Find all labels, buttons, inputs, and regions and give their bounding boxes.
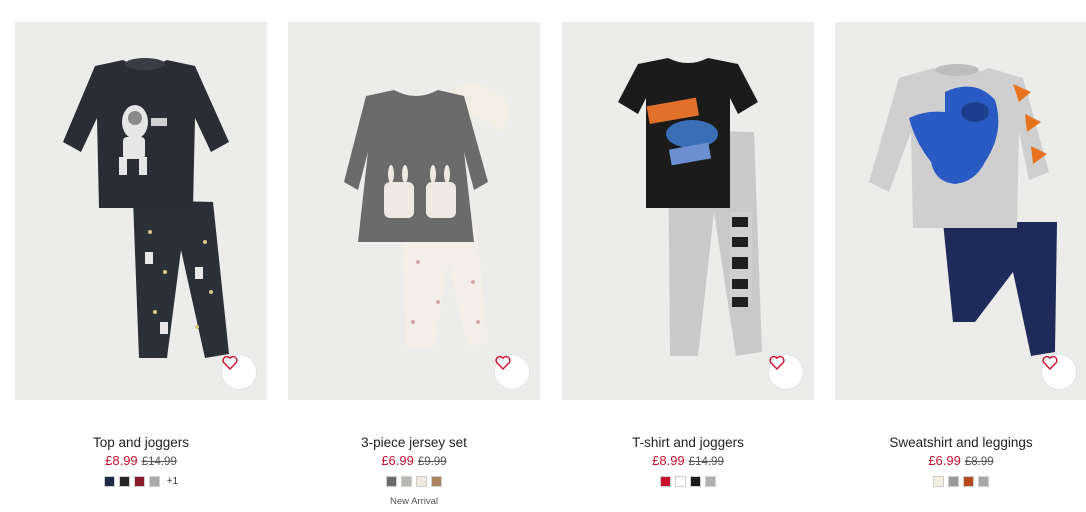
heart-icon bbox=[769, 355, 785, 370]
color-swatch[interactable] bbox=[660, 476, 671, 487]
more-colors[interactable]: +1 bbox=[167, 476, 178, 487]
favorite-button[interactable] bbox=[768, 354, 804, 390]
color-swatch[interactable] bbox=[416, 476, 427, 487]
color-swatch[interactable] bbox=[948, 476, 959, 487]
product-card[interactable]: 3-piece jersey set £6.99 £9.99 New Arriva… bbox=[288, 22, 540, 507]
original-price: £9.99 bbox=[417, 456, 447, 468]
product-card[interactable]: Sweatshirt and leggings £6.99 £8.99 bbox=[835, 22, 1086, 487]
color-swatch[interactable] bbox=[933, 476, 944, 487]
heart-icon bbox=[222, 355, 238, 370]
favorite-button[interactable] bbox=[494, 354, 530, 390]
product-image[interactable] bbox=[562, 22, 814, 400]
color-swatch[interactable] bbox=[690, 476, 701, 487]
product-name[interactable]: Top and joggers bbox=[15, 434, 267, 451]
product-image[interactable] bbox=[835, 22, 1086, 400]
original-price: £14.99 bbox=[141, 456, 177, 468]
sale-price: £8.99 bbox=[652, 453, 685, 468]
new-arrival-badge: New Arrival bbox=[389, 496, 439, 507]
color-swatch[interactable] bbox=[963, 476, 974, 487]
color-swatch[interactable] bbox=[705, 476, 716, 487]
color-swatches bbox=[562, 476, 814, 487]
product-card[interactable]: T-shirt and joggers £8.99 £14.99 bbox=[562, 22, 814, 487]
favorite-button[interactable] bbox=[221, 354, 257, 390]
color-swatch[interactable] bbox=[148, 476, 160, 487]
product-image[interactable] bbox=[15, 22, 267, 400]
color-swatch[interactable] bbox=[675, 476, 686, 487]
original-price: £8.99 bbox=[964, 456, 994, 468]
original-price: £14.99 bbox=[688, 456, 724, 468]
product-card[interactable]: Top and joggers £8.99 £14.99 +1 bbox=[15, 22, 267, 487]
product-image[interactable] bbox=[288, 22, 540, 400]
heart-icon bbox=[495, 355, 511, 370]
color-swatches bbox=[288, 476, 540, 487]
product-name[interactable]: Sweatshirt and leggings bbox=[835, 434, 1086, 451]
color-swatch[interactable] bbox=[103, 476, 115, 487]
color-swatch[interactable] bbox=[401, 476, 412, 487]
product-grid: Top and joggers £8.99 £14.99 +1 3-piece … bbox=[0, 0, 1086, 512]
color-swatches bbox=[835, 476, 1086, 487]
product-name[interactable]: 3-piece jersey set bbox=[288, 434, 540, 451]
heart-icon bbox=[1042, 355, 1058, 370]
color-swatch[interactable] bbox=[431, 476, 442, 487]
color-swatch[interactable] bbox=[118, 476, 130, 487]
product-name[interactable]: T-shirt and joggers bbox=[562, 434, 814, 451]
sale-price: £6.99 bbox=[928, 453, 961, 468]
color-swatch[interactable] bbox=[133, 476, 145, 487]
color-swatch[interactable] bbox=[386, 476, 397, 487]
sale-price: £6.99 bbox=[381, 453, 414, 468]
color-swatch[interactable] bbox=[978, 476, 989, 487]
sale-price: £8.99 bbox=[105, 453, 138, 468]
color-swatches: +1 bbox=[15, 476, 267, 487]
favorite-button[interactable] bbox=[1041, 354, 1077, 390]
